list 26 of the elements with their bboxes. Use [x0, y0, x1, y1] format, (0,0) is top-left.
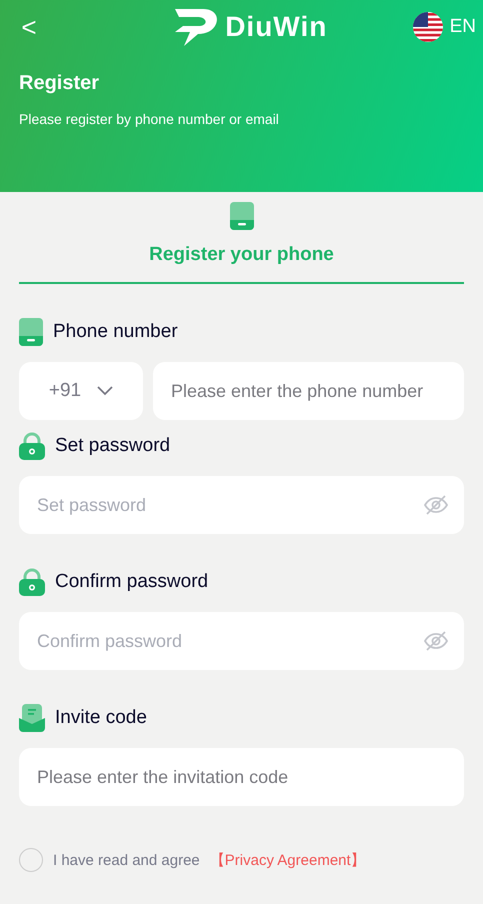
envelope-icon	[19, 704, 45, 732]
field-label: Invite code	[55, 707, 147, 729]
eye-hidden-icon[interactable]	[424, 495, 448, 515]
input-field[interactable]: Please enter the phone number	[153, 362, 464, 420]
register-tab[interactable]: Register your phone	[19, 192, 464, 284]
field-label: Phone number	[53, 321, 178, 343]
country-code-dropdown[interactable]: +91	[19, 362, 143, 420]
agree-checkbox[interactable]	[19, 848, 43, 872]
input-field[interactable]: Set password	[19, 476, 464, 534]
page-title: Register	[19, 72, 100, 95]
language-selector[interactable]: EN	[412, 11, 476, 43]
privacy-agreement-link[interactable]: 【Privacy Agreement】	[210, 850, 366, 870]
eye-hidden-icon[interactable]	[424, 631, 448, 651]
input-field[interactable]: Please enter the invitation code	[19, 748, 464, 806]
field-label: Confirm password	[55, 571, 208, 593]
phone-icon	[230, 202, 254, 230]
phone-icon	[19, 318, 43, 346]
lock-icon	[19, 568, 45, 596]
page-subtitle: Please register by phone number or email	[19, 111, 280, 127]
logo: DiuWin	[173, 7, 328, 47]
field-label: Set password	[55, 435, 170, 457]
chevron-down-icon	[97, 386, 114, 396]
back-button[interactable]: <	[19, 12, 39, 42]
lock-icon	[19, 432, 45, 460]
agreement-text: I have read and agree	[53, 852, 200, 868]
input-field[interactable]: Confirm password	[19, 612, 464, 670]
